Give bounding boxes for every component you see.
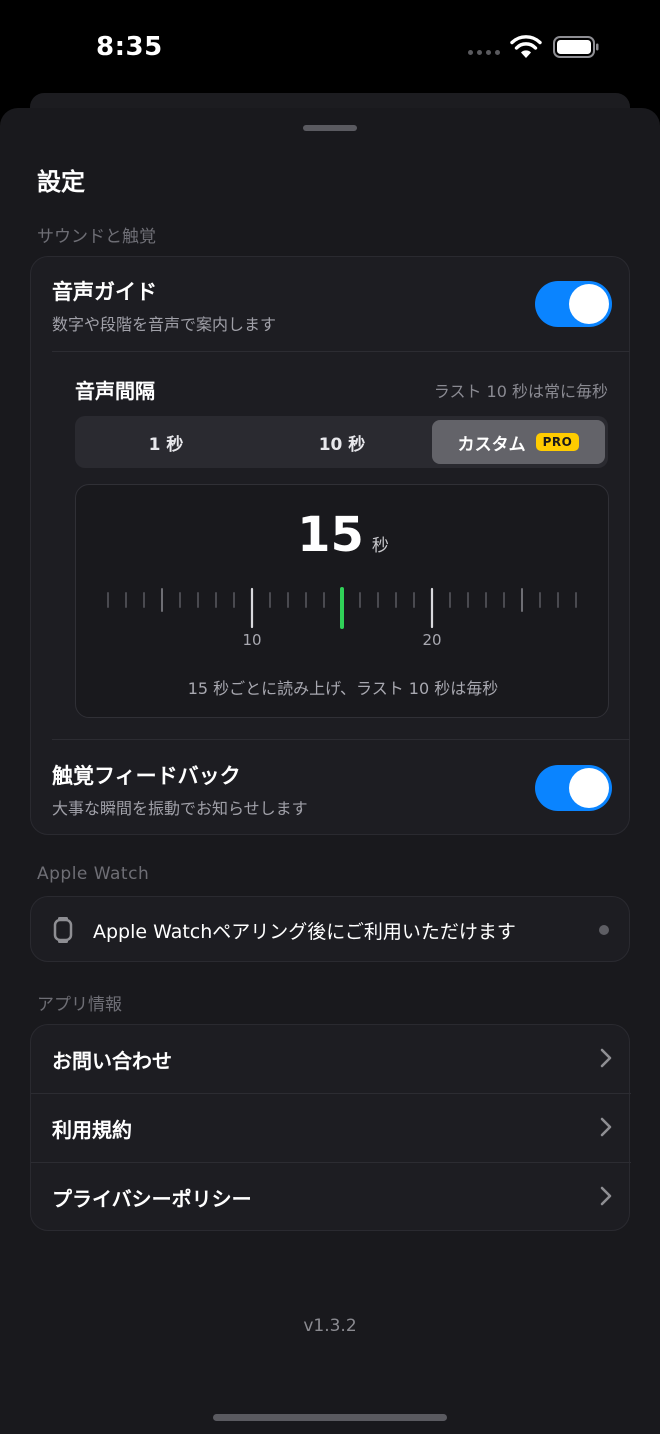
interval-note: ラスト 10 秒は常に毎秒	[433, 382, 608, 401]
interval-picker: 15 秒 10 20 15 秒ごとに読み上げ、ラスト 10 秒は毎秒	[75, 484, 609, 718]
app-info-group: お問い合わせ 利用規約 プライバシーポリシー	[30, 1024, 631, 1232]
voice-guide-subtitle: 数字や段階を音声で案内します	[52, 315, 277, 334]
segment-custom[interactable]: カスタム PRO	[432, 420, 605, 464]
chevron-right-icon	[600, 1117, 612, 1137]
page-title: 設定	[37, 168, 85, 196]
voice-guide-toggle[interactable]	[535, 281, 612, 327]
status-time: 8:35	[96, 32, 163, 62]
segment-1s[interactable]: 1 秒	[79, 420, 253, 464]
divider	[52, 351, 630, 352]
sheet-grabber[interactable]	[303, 125, 357, 131]
haptics-subtitle: 大事な瞬間を振動でお知らせします	[52, 799, 308, 818]
watch-status-row: Apple Watchペアリング後にご利用いただけます	[30, 896, 630, 962]
picker-number: 15	[297, 507, 364, 563]
voice-guide-title: 音声ガイド	[52, 280, 157, 304]
terms-row[interactable]: 利用規約	[31, 1094, 631, 1163]
segment-10s[interactable]: 10 秒	[255, 420, 429, 464]
home-indicator[interactable]	[213, 1414, 447, 1421]
ruler-label: 10	[242, 631, 261, 649]
pro-badge: PRO	[535, 433, 580, 451]
watch-icon	[53, 917, 73, 943]
contact-row[interactable]: お問い合わせ	[31, 1025, 631, 1094]
chevron-right-icon	[600, 1186, 612, 1206]
haptics-toggle[interactable]	[535, 765, 612, 811]
picker-unit: 秒	[371, 536, 389, 556]
contact-label: お問い合わせ	[52, 1049, 172, 1073]
chevron-right-icon	[600, 1048, 612, 1068]
privacy-label: プライバシーポリシー	[52, 1187, 252, 1211]
status-bar: 8:35	[0, 0, 660, 96]
terms-label: 利用規約	[52, 1118, 132, 1142]
wifi-icon	[510, 35, 542, 58]
app-version: v1.3.2	[303, 1316, 357, 1336]
battery-icon	[553, 36, 599, 58]
ruler-label: 20	[422, 631, 441, 649]
watch-status-dot	[599, 925, 609, 935]
segment-custom-label: カスタム	[457, 434, 526, 455]
signal-icon	[468, 50, 500, 55]
interval-ruler-slider[interactable]: 10 20	[76, 581, 610, 651]
watch-status-text: Apple Watchペアリング後にご利用いただけます	[93, 921, 516, 943]
privacy-row[interactable]: プライバシーポリシー	[31, 1163, 631, 1232]
divider	[52, 739, 630, 740]
section-label-sound: サウンドと触覚	[37, 227, 156, 247]
picker-caption: 15 秒ごとに読み上げ、ラスト 10 秒は毎秒	[187, 679, 499, 698]
section-label-app: アプリ情報	[37, 995, 122, 1015]
section-label-watch: Apple Watch	[37, 864, 150, 884]
interval-segmented-control: 1 秒 10 秒 カスタム PRO	[75, 416, 608, 468]
picker-value: 15 秒	[76, 507, 610, 563]
interval-title: 音声間隔	[75, 379, 155, 403]
haptics-title: 触覚フィードバック	[52, 764, 241, 788]
